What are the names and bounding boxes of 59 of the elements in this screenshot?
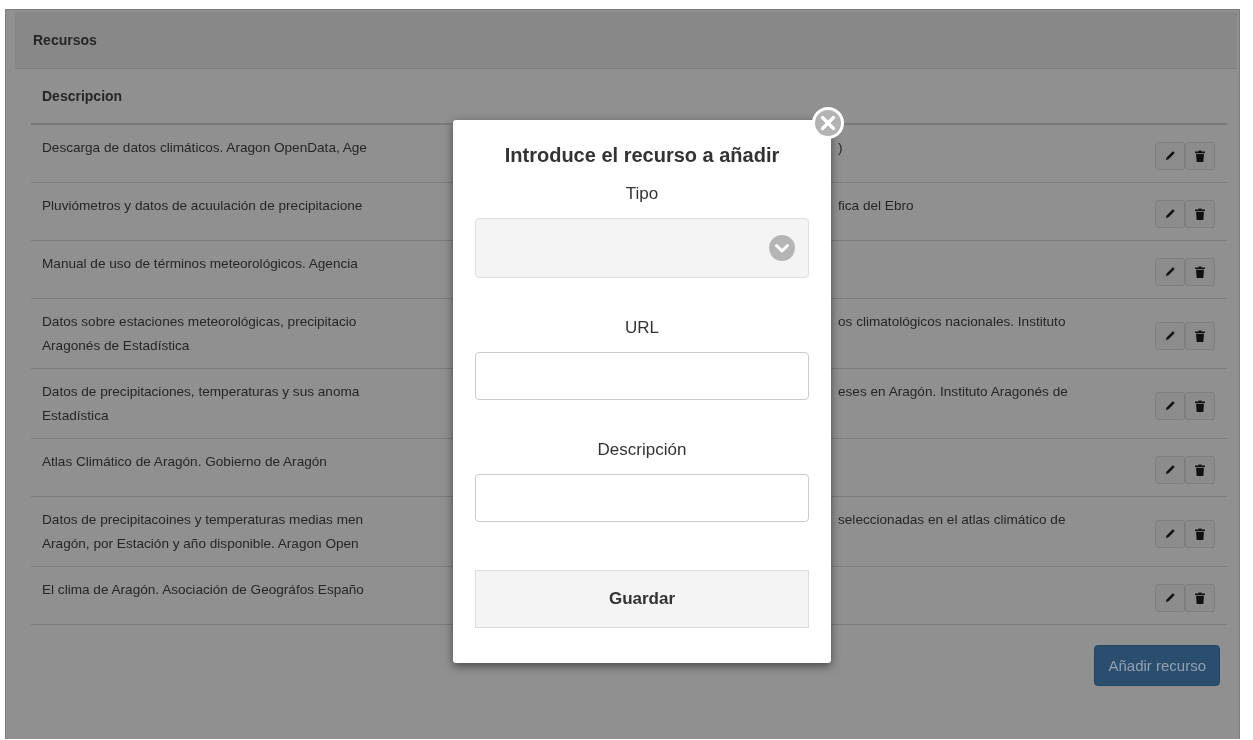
- delete-button[interactable]: [1185, 141, 1215, 170]
- edit-button[interactable]: [1155, 455, 1185, 484]
- panel-title: Recursos: [33, 32, 97, 48]
- close-icon[interactable]: [811, 106, 845, 140]
- trash-icon: [1195, 527, 1205, 540]
- description-text: Manual de uso de términos meteorológicos. Agencia: [42, 255, 359, 273]
- edit-button[interactable]: [1155, 519, 1185, 548]
- trash-icon: [1195, 591, 1205, 604]
- input-field[interactable]: [475, 352, 809, 400]
- delete-button[interactable]: [1185, 321, 1215, 350]
- edit-button[interactable]: [1155, 257, 1185, 286]
- save-button[interactable]: Guardar: [475, 570, 809, 628]
- description-text: Pluviómetros y datos de acuulación de precipitacione: [42, 197, 364, 215]
- pencil-icon: [1164, 266, 1176, 277]
- description-text: Atlas Climático de Aragón. Gobierno de Aragón: [42, 453, 328, 471]
- edit-button[interactable]: [1155, 391, 1185, 420]
- edit-button[interactable]: [1155, 199, 1185, 228]
- field-label: Tipo: [625, 184, 659, 204]
- description-text: El clima de Aragón. Asociación de Geográfos Españo: [42, 581, 365, 599]
- delete-button[interactable]: [1185, 391, 1215, 420]
- description-text: Aragonés de Estadística: [42, 337, 191, 355]
- pencil-icon: [1164, 330, 1176, 341]
- trash-icon: [1195, 207, 1205, 220]
- edit-button[interactable]: [1155, 321, 1185, 350]
- pencil-icon: [1164, 208, 1176, 219]
- dialog-title: Introduce el recurso a añadir: [504, 144, 780, 167]
- delete-button[interactable]: [1185, 519, 1215, 548]
- trash-icon: [1195, 463, 1205, 476]
- pencil-icon: [1164, 528, 1176, 539]
- pencil-icon: [1164, 400, 1176, 411]
- delete-button[interactable]: [1185, 199, 1215, 228]
- delete-button[interactable]: [1185, 583, 1215, 612]
- pencil-icon: [1164, 592, 1176, 603]
- description-text: eses en Aragón. Instituto Aragonés de: [838, 383, 1068, 401]
- description-text: fica del Ebro: [838, 197, 914, 215]
- delete-button[interactable]: [1185, 455, 1215, 484]
- description-text: Aragón, por Estación y año disponible. Aragon Open: [42, 535, 360, 553]
- description-text: Datos de precipitaciones, temperaturas y sus anoma: [42, 383, 361, 401]
- input-field[interactable]: [475, 474, 809, 522]
- description-text: seleccionadas en el atlas climático de: [838, 511, 1066, 529]
- trash-icon: [1195, 329, 1205, 342]
- pencil-icon: [1164, 464, 1176, 475]
- edit-button[interactable]: [1155, 141, 1185, 170]
- description-text: Datos sobre estaciones meteorológicas, precipitacio: [42, 313, 358, 331]
- description-text: ): [838, 139, 843, 157]
- field-label: Descripción: [597, 440, 687, 460]
- description-text: os climatológicos nacionales. Instituto: [838, 313, 1066, 331]
- pencil-icon: [1164, 150, 1176, 161]
- description-text: Descarga de datos climáticos. Aragon OpenData, Age: [42, 139, 368, 157]
- trash-icon: [1195, 399, 1205, 412]
- trash-icon: [1195, 149, 1205, 162]
- field-label: URL: [625, 318, 659, 338]
- description-text: Estadística: [42, 407, 110, 425]
- edit-button[interactable]: [1155, 583, 1185, 612]
- description-text: Datos de precipitacoines y temperaturas medias men: [42, 511, 365, 529]
- trash-icon: [1195, 265, 1205, 278]
- column-header: Descripcion: [42, 88, 123, 104]
- delete-button[interactable]: [1185, 257, 1215, 286]
- chevron-down-icon: [769, 235, 795, 261]
